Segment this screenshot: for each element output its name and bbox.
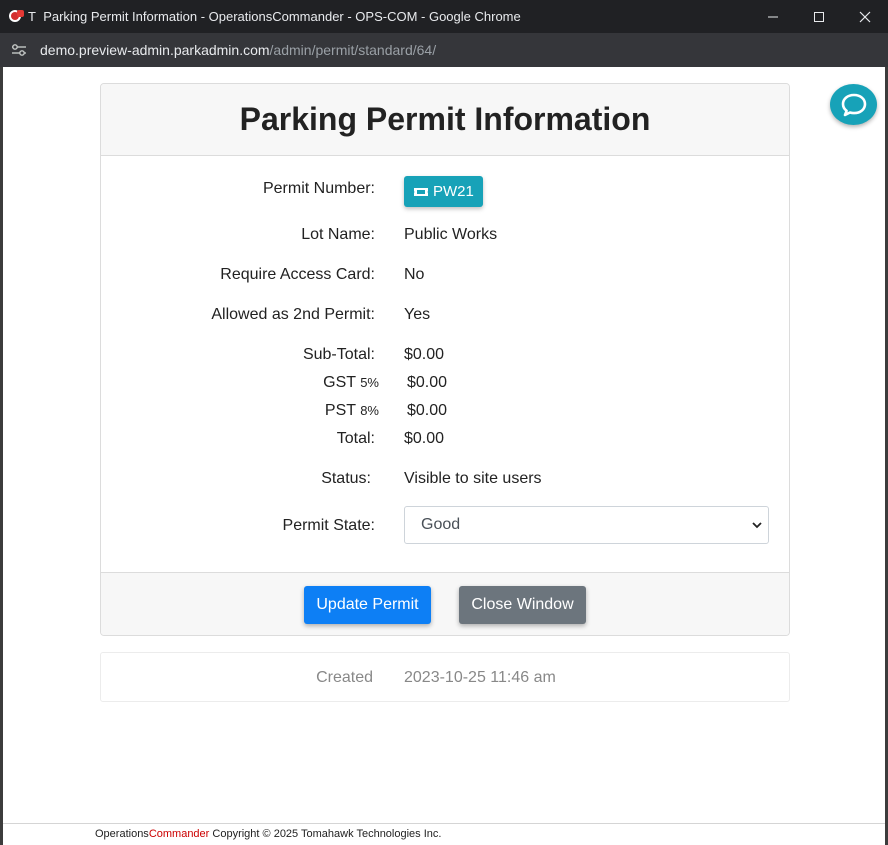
footer-copyright: OperationsCommander Copyright © 2025 Tom… (95, 828, 441, 840)
update-permit-button[interactable]: Update Permit (304, 586, 431, 624)
card-footer: Update Permit Close Window (101, 572, 789, 635)
gst-value: $0.00 (407, 374, 448, 391)
permit-state-select[interactable]: Good (404, 506, 769, 544)
footer-copyright-text: Copyright © 2025 Tomahawk Technologies I… (209, 828, 442, 840)
window-title: T Parking Permit Information - Operation… (28, 9, 521, 24)
permit-number-value: PW21 (433, 183, 474, 200)
address-bar[interactable]: demo.preview-admin.parkadmin.com/admin/p… (0, 33, 888, 67)
access-card-value: No (404, 266, 425, 283)
total-label: Total: (336, 430, 375, 447)
created-value: 2023-10-25 11:46 am (404, 669, 556, 686)
total-value: $0.00 (404, 430, 445, 447)
chat-button[interactable] (830, 84, 877, 125)
pst-value: $0.00 (407, 402, 448, 419)
lot-name-value: Public Works (404, 226, 498, 243)
subtotal-label: Sub-Total: (302, 346, 375, 363)
gst-label: GST 5% (323, 374, 379, 392)
window-title-bar: T Parking Permit Information - Operation… (0, 0, 888, 33)
pst-label: PST 8% (325, 402, 379, 420)
url-path: /admin/permit/standard/64/ (269, 42, 437, 58)
maximize-button[interactable] (796, 0, 842, 33)
site-settings-icon[interactable] (10, 42, 28, 58)
created-info-card: Created 2023-10-25 11:46 am (100, 652, 790, 702)
close-window-button[interactable] (842, 0, 888, 33)
url-host: demo.preview-admin.parkadmin.com (40, 42, 270, 58)
window-title-text: Parking Permit Information - OperationsC… (43, 9, 521, 24)
tab-favicon-letter: T (28, 9, 36, 24)
second-permit-label: Allowed as 2nd Permit: (211, 306, 375, 323)
maximize-icon (814, 11, 824, 22)
opscom-favicon-icon (9, 10, 24, 22)
lot-name-label: Lot Name: (301, 226, 375, 243)
permit-number-label: Permit Number: (262, 180, 375, 197)
ticket-icon (414, 187, 428, 196)
status-value: Visible to site users (404, 470, 542, 487)
gst-rate: 5% (360, 375, 379, 390)
close-window-action-button[interactable]: Close Window (459, 586, 586, 624)
minimize-icon (768, 16, 778, 17)
footer-brand-commander: Commander (148, 828, 210, 840)
chevron-down-icon (752, 522, 762, 529)
url-text[interactable]: demo.preview-admin.parkadmin.com/admin/p… (40, 42, 436, 58)
pst-rate: 8% (360, 403, 379, 418)
pst-label-text: PST (324, 402, 356, 419)
page-footer: OperationsCommander Copyright © 2025 Tom… (3, 823, 885, 843)
footer-brand-operations: Operations (95, 828, 149, 840)
permit-number-badge[interactable]: PW21 (404, 176, 483, 207)
subtotal-value: $0.00 (404, 346, 445, 363)
permit-state-label: Permit State: (282, 517, 375, 534)
status-label: Status: (321, 470, 371, 487)
minimize-button[interactable] (750, 0, 796, 33)
close-icon (859, 11, 871, 22)
chat-bubble-icon (841, 93, 866, 116)
gst-label-text: GST (323, 374, 356, 391)
card-header: Parking Permit Information (101, 84, 789, 156)
permit-state-selected-value: Good (421, 516, 461, 533)
second-permit-value: Yes (404, 306, 431, 323)
access-card-label: Require Access Card: (220, 266, 375, 283)
created-label: Created (316, 669, 373, 686)
permit-info-card: Parking Permit Information Permit Number… (100, 83, 790, 636)
page-title: Parking Permit Information (239, 101, 651, 137)
